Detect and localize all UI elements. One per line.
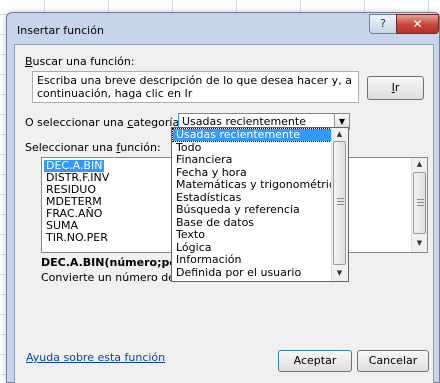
dialog-title: Insertar función bbox=[17, 24, 104, 37]
category-dropdown-list[interactable]: Usadas recientemente Todo Financiera Fecha … bbox=[171, 127, 349, 282]
category-option[interactable]: Búsqueda y referencia bbox=[176, 204, 300, 216]
search-input[interactable]: Escriba una breve descripción de lo que … bbox=[32, 71, 359, 103]
scroll-thumb[interactable] bbox=[413, 172, 426, 234]
category-option[interactable]: Fecha y hora bbox=[176, 166, 247, 179]
scroll-down-icon[interactable]: ▼ bbox=[332, 269, 347, 277]
scroll-up-icon[interactable]: ▲ bbox=[332, 130, 347, 138]
go-button-label: Ir bbox=[391, 81, 400, 94]
category-option[interactable]: Definida por el usuario bbox=[176, 266, 301, 279]
category-option[interactable]: Información bbox=[176, 254, 241, 266]
close-icon: ✕ bbox=[412, 17, 423, 31]
category-dropdown-scrollbar[interactable]: ▲ ▼ bbox=[331, 128, 348, 281]
category-option[interactable]: Financiera bbox=[176, 154, 232, 166]
help-icon: ? bbox=[380, 17, 386, 30]
category-option[interactable]: Texto bbox=[176, 229, 205, 241]
close-button[interactable]: ✕ bbox=[396, 14, 439, 34]
scroll-down-icon[interactable]: ▼ bbox=[412, 239, 427, 247]
help-button[interactable]: ? bbox=[369, 14, 397, 34]
search-label: Buscar una función: bbox=[25, 55, 135, 68]
category-option[interactable]: Matemáticas y trigonométricas bbox=[176, 179, 347, 191]
category-option[interactable]: Lógica bbox=[176, 241, 212, 254]
go-button[interactable]: Ir bbox=[367, 76, 424, 100]
cancel-button-label: Cancelar bbox=[368, 354, 418, 367]
category-option[interactable]: Usadas recientemente bbox=[172, 128, 332, 142]
title-bar: Insertar función ? ✕ bbox=[7, 13, 439, 43]
ok-button-label: Aceptar bbox=[293, 354, 337, 367]
function-list-scrollbar[interactable]: ▲ ▼ bbox=[411, 158, 427, 252]
function-list-item[interactable]: TIR.NO.PER bbox=[44, 232, 110, 244]
scroll-thumb[interactable] bbox=[333, 141, 346, 265]
search-input-text: Escriba una breve descripción de lo que … bbox=[37, 74, 352, 100]
function-list-label: Seleccionar una función: bbox=[25, 141, 161, 154]
category-option[interactable]: Todo bbox=[176, 141, 201, 154]
category-option[interactable]: Base de datos bbox=[176, 216, 254, 229]
cancel-button[interactable]: Cancelar bbox=[357, 350, 429, 372]
category-option[interactable]: Estadísticas bbox=[176, 191, 241, 204]
ok-button[interactable]: Aceptar bbox=[278, 350, 352, 372]
help-link[interactable]: Ayuda sobre esta función bbox=[26, 351, 165, 364]
scroll-up-icon[interactable]: ▲ bbox=[412, 160, 427, 168]
category-label: O seleccionar una categoría: bbox=[25, 116, 183, 129]
